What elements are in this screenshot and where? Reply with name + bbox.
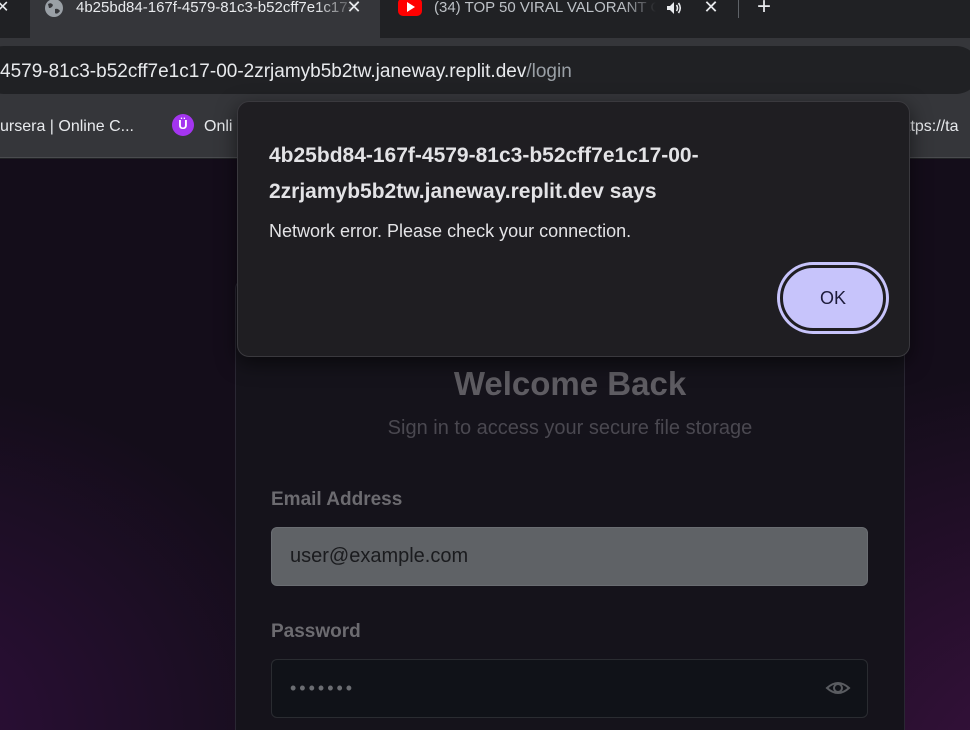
tab-title: (34) TOP 50 VIRAL VALORANT CLIPS [434,0,656,16]
tab-divider [738,0,739,18]
dialog-title: 4b25bd84-167f-4579-81c3-b52cff7e1c17-00-… [269,144,699,203]
youtube-icon [398,0,422,16]
globe-icon [45,0,63,17]
page-subtitle: Sign in to access your secure file stora… [387,417,753,439]
partial-tab-close-icon[interactable]: ✕ [0,0,10,20]
dialog-message: Network error. Please check your connect… [269,221,632,241]
speaker-icon[interactable] [664,0,684,18]
eye-icon[interactable] [825,677,851,699]
udemy-icon: Ü [172,114,194,136]
url-path: /login [526,61,572,82]
bookmark-coursera[interactable]: ursera | Online C... [0,116,134,138]
tab-title: 4b25bd84-167f-4579-81c3-b52cff7e1c17-00-… [76,0,358,16]
tab-strip: ✕ 4b25bd84-167f-4579-81c3-b52cff7e1c17-0… [0,0,970,38]
url-text[interactable]: 4579-81c3-b52cff7e1c17-00-2zrjamyb5b2tw.… [0,60,572,84]
page-title: Welcome Back [453,365,687,402]
bookmark-https[interactable]: ttps://ta [906,116,958,138]
new-tab-button[interactable]: + [752,0,776,20]
tab-youtube[interactable]: (34) TOP 50 VIRAL VALORANT CLIPS ✕ [388,0,738,38]
email-field[interactable] [271,527,868,586]
bookmark-udemy[interactable]: Onli [204,116,238,138]
password-field[interactable] [271,659,868,718]
tab-close-icon[interactable]: ✕ [344,0,364,18]
tab-active[interactable]: 4b25bd84-167f-4579-81c3-b52cff7e1c17-00-… [30,0,380,38]
email-label: Email Address [271,489,403,510]
tab-close-icon[interactable]: ✕ [701,0,721,18]
alert-dialog: 4b25bd84-167f-4579-81c3-b52cff7e1c17-00-… [237,101,910,357]
password-label: Password [271,621,361,642]
ok-button[interactable]: OK [780,265,886,331]
url-host: 4579-81c3-b52cff7e1c17-00-2zrjamyb5b2tw.… [0,61,527,82]
